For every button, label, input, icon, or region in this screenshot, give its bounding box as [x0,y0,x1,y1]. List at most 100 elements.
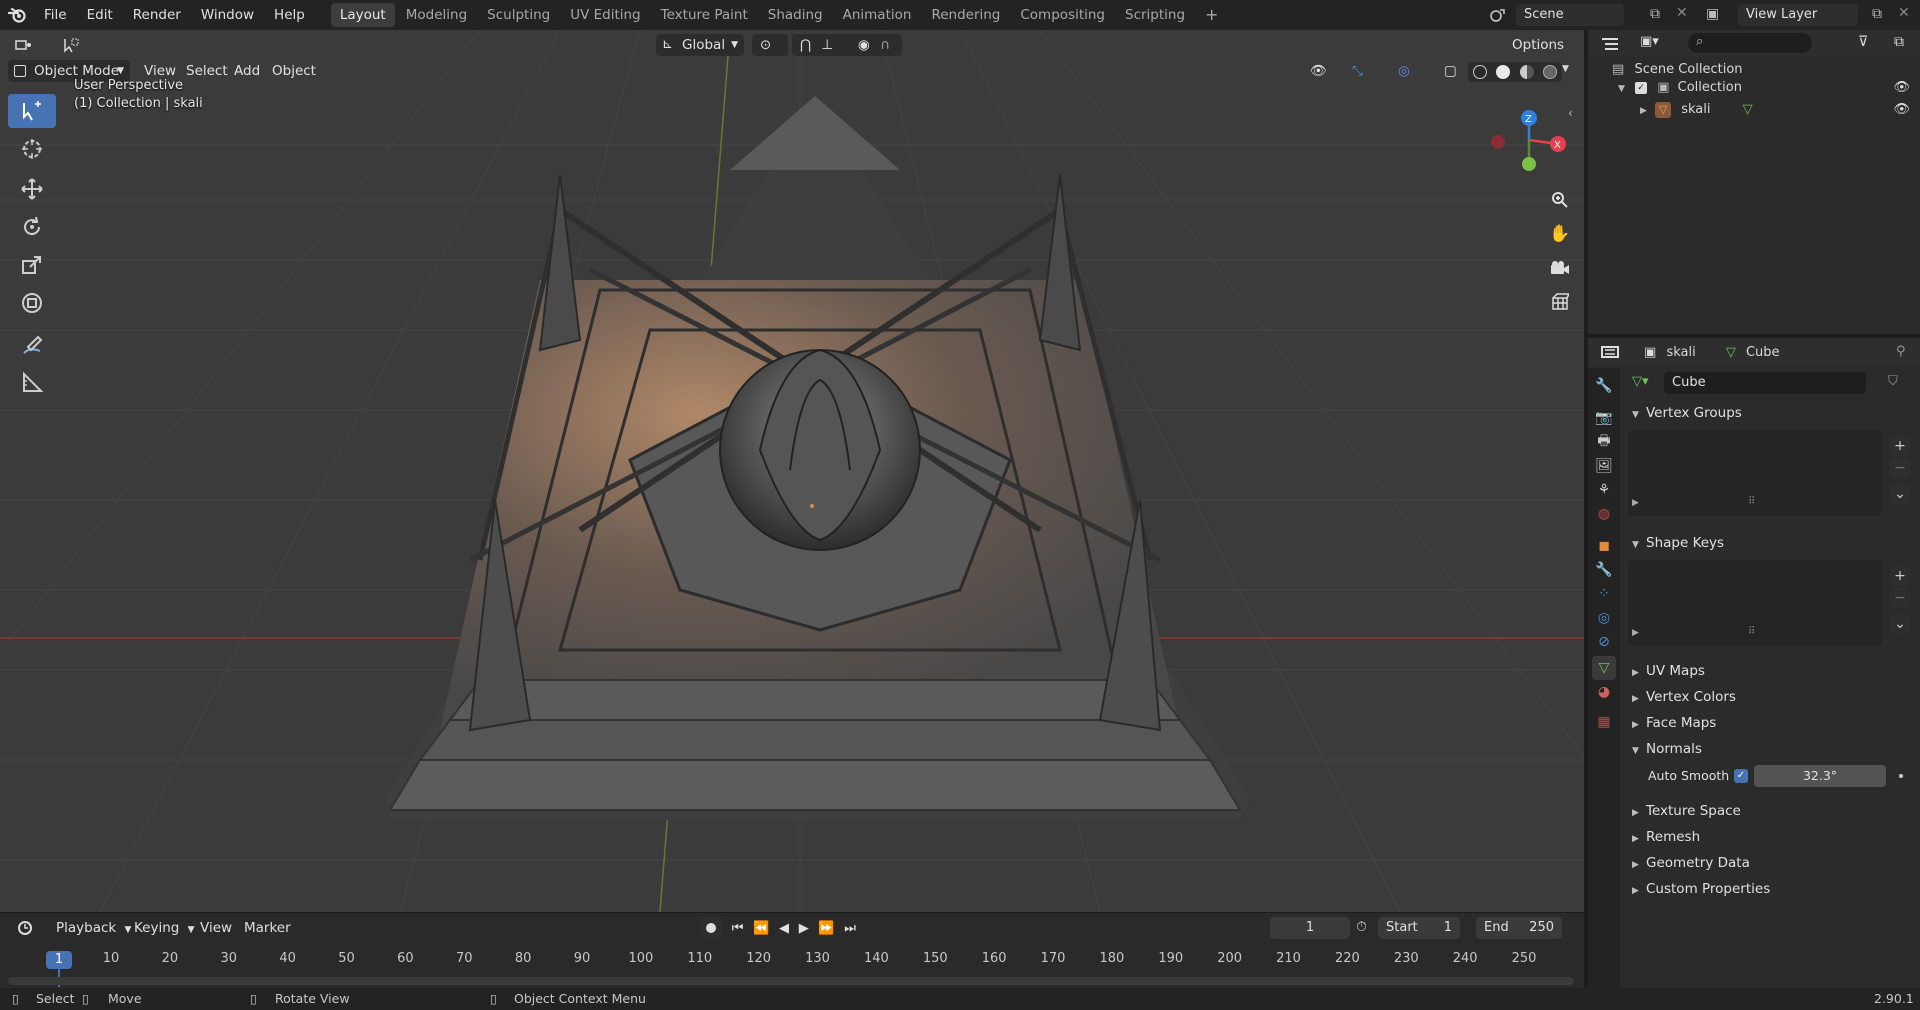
tab-modeling[interactable]: Modeling [397,3,476,27]
panel-face-maps[interactable]: ▶ Face Maps [1620,710,1920,736]
pivot-point-dropdown[interactable]: ⊙ [752,34,788,56]
collection-checkbox[interactable]: ✓ [1635,81,1648,94]
gizmo-toggle[interactable]: ⤡ [1344,60,1388,82]
tab-layout[interactable]: Layout [330,3,395,27]
shading-options-chevron-icon[interactable]: ▼ [1562,64,1569,74]
fake-user-shield-icon[interactable]: ⛉ [1888,374,1898,389]
orthographic-grid-icon[interactable] [1546,288,1574,316]
add-shape-key-button[interactable]: + [1890,566,1910,586]
pin-icon[interactable]: ⚲ [1896,344,1906,359]
add-workspace-button[interactable]: + [1196,3,1227,27]
scene-type-icon[interactable] [1484,4,1512,26]
view-layer-tab-icon[interactable]: 🖼 [1592,454,1616,478]
mesh-data-tab-icon[interactable]: ▽ [1592,656,1616,680]
tab-rendering[interactable]: Rendering [922,3,1009,27]
timeline-scrollbar[interactable] [8,977,1574,985]
menu-window[interactable]: Window [191,0,264,30]
new-view-layer-icon[interactable]: ⧉ [1872,6,1882,22]
cursor-tool-button[interactable] [8,132,56,166]
outliner-editor-type-icon[interactable] [1594,34,1626,54]
resize-handle-icon[interactable]: ⠿ [1748,496,1755,507]
shape-keys-list[interactable]: ▶ ⠿ [1628,560,1882,646]
material-shading-icon[interactable] [1519,65,1534,79]
new-scene-icon[interactable]: ⧉ [1650,6,1660,22]
panel-vertex-groups[interactable]: ▼ Vertex Groups [1620,400,1920,426]
panel-remesh[interactable]: ▶ Remesh [1620,824,1920,850]
expand-arrow-icon[interactable]: ▶ [1632,628,1639,638]
rotate-tool-button[interactable] [8,210,56,244]
auto-smooth-checkbox[interactable]: ✓ [1734,769,1748,783]
playhead-frame[interactable]: 1 [46,951,72,969]
scene-tab-icon[interactable]: ⚘ [1592,478,1616,502]
zoom-icon[interactable] [1546,186,1574,214]
world-tab-icon[interactable]: ◍ [1592,502,1616,526]
select-box-mode-icon[interactable] [56,34,86,56]
wireframe-shading-icon[interactable] [1472,65,1487,79]
proportional-editing-dropdown[interactable]: ◉ ∩ [850,34,902,56]
mesh-data-icon[interactable]: ▽ [1743,102,1753,117]
transform-tool-button[interactable] [8,286,56,320]
3d-viewport[interactable]: Object Mode ▼ View Select Add Object ⊾ G… [0,30,1584,912]
outliner-row-skali[interactable]: ▶ ▽ skali ▽ 👁 [1640,100,1920,120]
delete-view-layer-icon[interactable]: ✕ [1898,5,1910,21]
outliner-row-collection[interactable]: ▼ ✓ ▣ Collection 👁 [1618,78,1920,98]
delete-scene-icon[interactable]: ✕ [1676,5,1688,21]
tab-sculpting[interactable]: Sculpting [478,3,559,27]
editor-type-icon[interactable] [4,34,44,56]
menu-render[interactable]: Render [123,0,191,30]
animate-property-icon[interactable] [1899,774,1903,778]
remove-shape-key-button[interactable]: − [1890,588,1910,608]
tab-animation[interactable]: Animation [834,3,921,27]
add-vertex-group-button[interactable]: + [1890,436,1910,456]
scale-tool-button[interactable] [8,248,56,282]
select-tool-button[interactable] [8,94,56,128]
model-skali[interactable] [385,96,1250,820]
display-mode-icon[interactable]: ▣▾ [1640,34,1670,54]
tab-shading[interactable]: Shading [759,3,832,27]
view-layer-field[interactable]: View Layer [1738,4,1858,26]
panel-texture-space[interactable]: ▶ Texture Space [1620,798,1920,824]
tab-texture-paint[interactable]: Texture Paint [652,3,757,27]
expand-arrow-icon[interactable]: ▶ [1640,106,1647,116]
output-tab-icon[interactable]: 🖶 [1592,430,1616,454]
tool-tab-icon[interactable]: 🔧 [1592,374,1616,398]
move-tool-button[interactable] [8,172,56,206]
tab-uv-editing[interactable]: UV Editing [561,3,649,27]
panel-uv-maps[interactable]: ▶ UV Maps [1620,658,1920,684]
resize-handle-icon[interactable]: ⠿ [1748,626,1755,637]
panel-geometry-data[interactable]: ▶ Geometry Data [1620,850,1920,876]
outliner-search-input[interactable]: ⌕ [1688,33,1812,53]
rendered-shading-icon[interactable] [1543,65,1558,79]
object-tab-icon[interactable]: ◼ [1592,534,1616,558]
auto-smooth-angle-field[interactable]: 32.3° [1754,765,1886,787]
eye-icon[interactable]: 👁 [1893,100,1910,120]
measure-tool-button[interactable] [8,366,56,400]
view-layer-icon[interactable]: ▣ [1706,6,1719,22]
physics-tab-icon[interactable]: ◎ [1592,606,1616,630]
panel-normals[interactable]: ▼ Normals [1620,736,1920,762]
scene-name-field[interactable]: Scene [1516,4,1624,26]
mesh-datablock-icon[interactable]: ▽▾ [1632,372,1652,392]
outliner-row-scene-collection[interactable]: ▤ Scene Collection [1612,60,1743,80]
filter-icon[interactable]: ⊽ [1858,34,1868,50]
mesh-name-field[interactable]: Cube [1664,372,1866,394]
modifier-tab-icon[interactable]: 🔧 [1592,558,1616,582]
vertex-groups-list[interactable]: ▶ ⠿ [1628,430,1882,516]
render-tab-icon[interactable]: 📷 [1592,406,1616,430]
menu-help[interactable]: Help [264,0,315,30]
menu-object[interactable]: Object [264,60,324,82]
visibility-dropdown[interactable]: 👁 [1302,60,1342,82]
solid-shading-icon[interactable] [1496,65,1511,79]
remove-vertex-group-button[interactable]: − [1890,458,1910,478]
material-tab-icon[interactable]: ◕ [1592,680,1616,704]
panel-custom-properties[interactable]: ▶ Custom Properties [1620,876,1920,902]
vertex-group-specials-chevron-icon[interactable]: ⌄ [1890,484,1910,504]
tab-compositing[interactable]: Compositing [1011,3,1114,27]
tab-scripting[interactable]: Scripting [1116,3,1194,27]
properties-editor-type-icon[interactable] [1594,342,1626,362]
options-dropdown[interactable]: Options ▼ [1504,34,1578,74]
shape-key-specials-chevron-icon[interactable]: ⌄ [1890,614,1910,634]
blender-logo-icon[interactable] [0,0,34,30]
panel-shape-keys[interactable]: ▼ Shape Keys [1620,530,1920,556]
panel-vertex-colors[interactable]: ▶ Vertex Colors [1620,684,1920,710]
